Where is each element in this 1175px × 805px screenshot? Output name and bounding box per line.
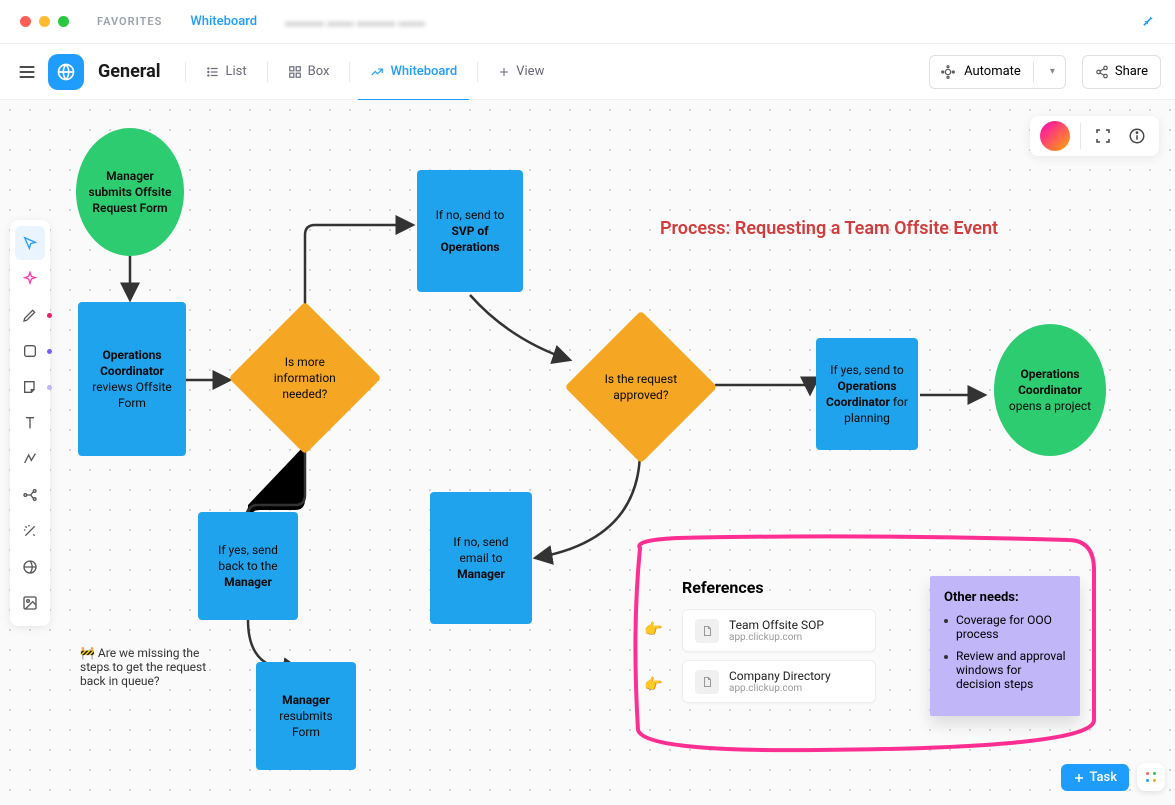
maximize-icon[interactable] — [58, 16, 69, 27]
cursor-tool[interactable] — [15, 226, 45, 260]
pen-tool[interactable] — [15, 298, 45, 332]
node-sendback-text1: If yes, send back to the — [218, 543, 278, 573]
mac-titlebar: FAVORITES Whiteboard ▬▬▬ ▬▬ ▬▬▬ ▬▬ — [0, 0, 1175, 44]
node-noemail[interactable]: If no, send email to Manager — [430, 492, 532, 624]
whiteboard-canvas[interactable]: Process: Requesting a Team Offsite Event… — [0, 100, 1175, 805]
minimize-icon[interactable] — [39, 16, 50, 27]
main-toolbar: General List Box Whiteboard View Automat… — [0, 44, 1175, 100]
node-end[interactable]: Operations Coordinator opens a project — [994, 324, 1106, 456]
node-sendback-bold: Manager — [224, 575, 272, 589]
ref-item-2-title: Company Directory — [729, 669, 831, 683]
node-end-text: opens a project — [1009, 399, 1091, 413]
node-review-bold: Operations Coordinator — [100, 348, 164, 378]
add-view-button[interactable]: View — [486, 56, 556, 88]
doc-icon — [695, 619, 719, 643]
node-svp[interactable]: If no, send to SVP of Operations — [417, 170, 523, 292]
sticky-tool[interactable] — [15, 370, 45, 404]
node-start[interactable]: Manager submits Offsite Request Form — [76, 128, 184, 256]
reference-item-1[interactable]: Team Offsite SOP app.clickup.com — [682, 609, 876, 652]
automate-button[interactable]: Automate ▾ — [929, 55, 1066, 89]
references-title: References — [682, 578, 876, 597]
node-review[interactable]: Operations Coordinator reviews Offsite F… — [78, 302, 186, 456]
node-review-text: reviews Offsite Form — [92, 380, 172, 410]
node-resubmit-bold: Manager — [282, 693, 330, 707]
info-icon[interactable] — [1125, 124, 1149, 148]
magic-tool[interactable] — [15, 514, 45, 548]
view-list-label: List — [226, 64, 247, 79]
diagram-title[interactable]: Process: Requesting a Team Offsite Event — [660, 218, 998, 239]
relation-tool[interactable] — [15, 478, 45, 512]
node-noemail-text1: If no, send email to — [453, 535, 508, 565]
ref-item-2-sub: app.clickup.com — [729, 683, 831, 694]
view-whiteboard[interactable]: Whiteboard — [358, 56, 469, 88]
pointer-icon-1: 👉 — [644, 620, 663, 638]
node-start-text: Manager submits Offsite Request Form — [86, 168, 174, 217]
view-whiteboard-label: Whiteboard — [390, 64, 457, 79]
add-view-label: View — [516, 64, 544, 79]
ai-tool[interactable] — [15, 262, 45, 296]
space-title[interactable]: General — [98, 61, 161, 82]
avatar[interactable] — [1040, 121, 1070, 151]
chevron-down-icon[interactable]: ▾ — [1050, 66, 1055, 77]
tab-blurred: ▬▬▬ ▬▬ ▬▬▬ ▬▬ — [285, 14, 425, 30]
node-yescoord[interactable]: If yes, send to Operations Coordinator f… — [816, 338, 918, 450]
sticky-item-1: Coverage for OOO process — [944, 613, 1066, 641]
node-decision2[interactable]: Is the request approved? — [565, 311, 718, 464]
node-yescoord-bold: Operations Coordinator — [826, 379, 896, 409]
tab-whiteboard[interactable]: Whiteboard — [190, 14, 257, 29]
sticky-item-2: Review and approval windows for decision… — [944, 649, 1066, 691]
close-icon[interactable] — [20, 16, 31, 27]
shape-tool[interactable] — [15, 334, 45, 368]
automate-label: Automate — [964, 64, 1021, 79]
doc-icon — [695, 670, 719, 694]
share-label: Share — [1115, 64, 1148, 79]
sticky-heading: Other needs: — [944, 590, 1066, 605]
view-list[interactable]: List — [194, 56, 259, 88]
node-resubmit-text: resubmits Form — [279, 709, 332, 739]
reference-item-2[interactable]: Company Directory app.clickup.com — [682, 660, 876, 703]
canvas-comment[interactable]: 🚧 Are we missing the steps to get the re… — [80, 646, 210, 688]
image-tool[interactable] — [15, 586, 45, 620]
pin-icon[interactable] — [1141, 12, 1155, 31]
view-box-label: Box — [308, 64, 330, 79]
node-sendback[interactable]: If yes, send back to the Manager — [198, 512, 298, 620]
node-noemail-bold: Manager — [457, 567, 505, 581]
sticky-note[interactable]: Other needs: Coverage for OOO process Re… — [930, 576, 1080, 716]
menu-icon[interactable] — [14, 59, 40, 85]
task-button-label: Task — [1089, 770, 1117, 785]
web-tool[interactable] — [15, 550, 45, 584]
node-decision1[interactable]: Is more information needed? — [229, 302, 382, 455]
node-resubmit[interactable]: Manager resubmits Form — [256, 662, 356, 770]
ref-item-1-sub: app.clickup.com — [729, 632, 824, 643]
window-controls — [20, 16, 69, 27]
fit-icon[interactable] — [1091, 124, 1115, 148]
apps-button[interactable] — [1137, 763, 1165, 791]
references-panel: References Team Offsite SOP app.clickup.… — [674, 568, 884, 721]
new-task-button[interactable]: Task — [1061, 764, 1129, 791]
connector-tool[interactable] — [15, 442, 45, 476]
whiteboard-tools — [10, 220, 50, 626]
share-button[interactable]: Share — [1082, 55, 1161, 89]
text-tool[interactable] — [15, 406, 45, 440]
view-box[interactable]: Box — [276, 56, 342, 88]
node-decision1-text: Is more information needed? — [255, 354, 355, 403]
node-svp-bold: SVP of Operations — [440, 224, 499, 254]
pointer-icon-2: 👉 — [644, 675, 663, 693]
node-yescoord-text1: If yes, send to — [830, 363, 904, 377]
node-decision2-text: Is the request approved? — [591, 371, 691, 403]
space-badge[interactable] — [48, 54, 84, 90]
node-svp-text1: If no, send to — [436, 208, 505, 222]
ref-item-1-title: Team Offsite SOP — [729, 618, 824, 632]
canvas-topright — [1030, 116, 1159, 156]
favorites-label: FAVORITES — [97, 15, 162, 28]
node-end-bold: Operations Coordinator — [1018, 367, 1082, 397]
